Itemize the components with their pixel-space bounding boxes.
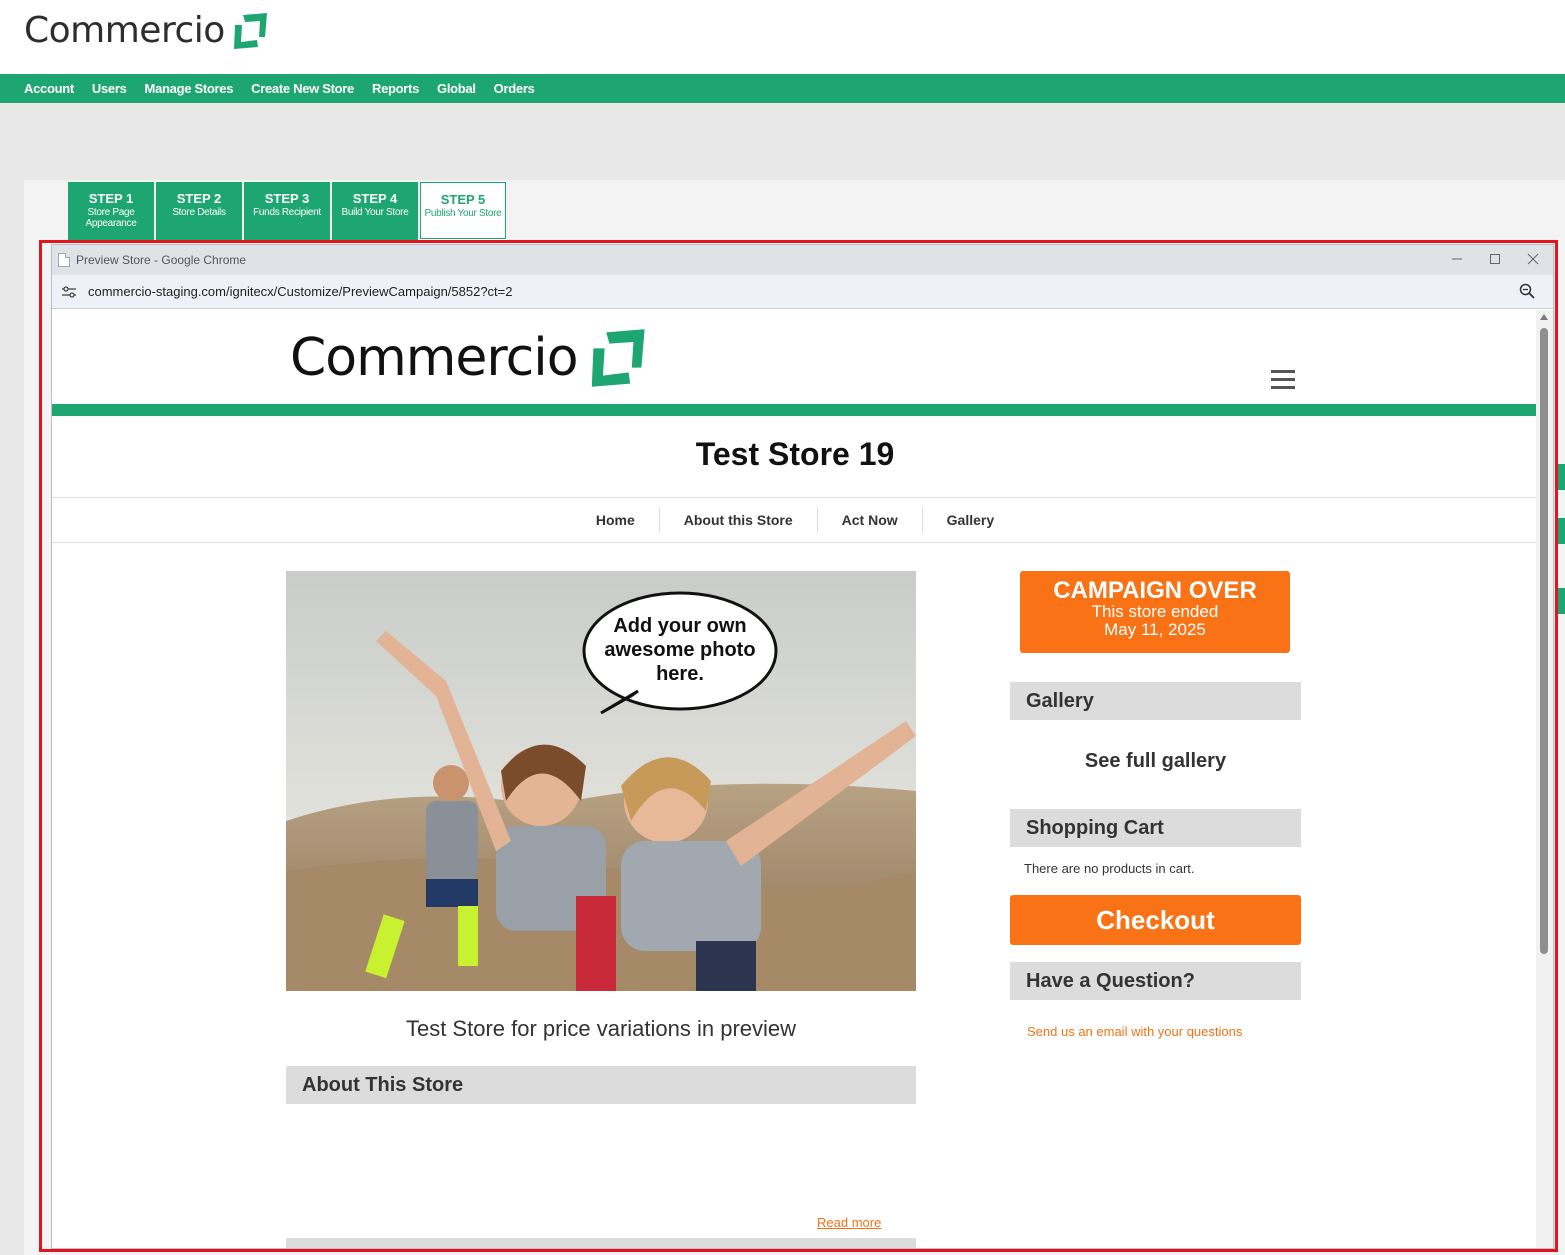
zoom-icon[interactable] [1519,283,1535,299]
store-preview-page: Commercio Test Store 19 Home About this … [52,310,1538,1248]
step-number: STEP 3 [264,191,310,206]
brand-name: Commercio [24,10,225,51]
store-nav: Home About this Store Act Now Gallery [52,497,1538,543]
shopping-cart-heading: Shopping Cart [1010,809,1301,847]
step-number: STEP 5 [440,192,486,207]
wizard-steps: STEP 1 Store Page Appearance STEP 2 Stor… [68,182,506,240]
checkout-button[interactable]: Checkout [1010,895,1301,945]
store-nav-gallery[interactable]: Gallery [923,507,1018,533]
maximize-icon[interactable] [1489,251,1501,267]
main-nav: Account Users Manage Stores Create New S… [0,74,1565,103]
step-number: STEP 4 [352,191,398,206]
nav-create-new-store[interactable]: Create New Store [251,81,354,96]
about-heading: About This Store [286,1066,916,1104]
hero-image: Add your own awesome photo here. [286,571,916,991]
url-text[interactable]: commercio-staging.com/ignitecx/Customize… [88,284,513,299]
step-label: Store Page Appearance [85,207,137,229]
step-3-tab[interactable]: STEP 3 Funds Recipient [244,182,330,240]
address-bar[interactable]: commercio-staging.com/ignitecx/Customize… [52,275,1553,309]
gallery-heading: Gallery [1010,682,1301,720]
side-tab-button[interactable] [1556,518,1565,544]
site-info-icon[interactable] [62,285,76,298]
window-controls [1451,251,1539,267]
page-icon [58,253,70,267]
scroll-up-arrow-icon[interactable] [1540,314,1548,320]
nav-users[interactable]: Users [92,81,127,96]
next-section-heading: Share Your Support [286,1238,916,1248]
minimize-icon[interactable] [1451,251,1463,267]
store-nav-act-now[interactable]: Act Now [818,507,923,533]
close-icon[interactable] [1527,251,1539,267]
campaign-title: CAMPAIGN OVER [1053,577,1257,604]
app-header: Commercio [0,0,1565,74]
store-logo[interactable]: Commercio [290,326,648,390]
store-tagline: Test Store for price variations in previ… [405,1016,797,1041]
step-label: Funds Recipient [253,207,321,218]
step-label: Store Details [172,207,226,218]
hero-bubble-line-3: here. [656,663,704,685]
side-tab-button[interactable] [1556,464,1565,490]
nav-reports[interactable]: Reports [372,81,419,96]
header-divider [52,404,1538,416]
step-2-tab[interactable]: STEP 2 Store Details [156,182,242,240]
store-brand-name: Commercio [290,328,579,388]
side-tab-button[interactable] [1556,588,1565,614]
step-4-tab[interactable]: STEP 4 Build Your Store [332,182,418,240]
step-number: STEP 1 [88,191,134,206]
email-questions-link[interactable]: Send us an email with your questions [1027,1024,1242,1039]
window-title: Preview Store - Google Chrome [76,253,247,267]
campaign-ended-text: This store ended [1091,602,1219,622]
store-brand-mark-icon [591,329,645,387]
scrollbar-thumb[interactable] [1540,328,1548,954]
nav-global[interactable]: Global [437,81,476,96]
read-more-link[interactable]: Read more [817,1215,881,1230]
brand-mark-icon [233,12,267,49]
nav-orders[interactable]: Orders [494,81,535,96]
store-nav-home[interactable]: Home [572,507,660,533]
step-number: STEP 2 [176,191,222,206]
step-1-tab[interactable]: STEP 1 Store Page Appearance [68,182,154,240]
hero-bubble-line-1: Add your own [613,615,746,637]
question-heading: Have a Question? [1010,962,1301,1000]
nav-account[interactable]: Account [24,81,74,96]
step-5-tab[interactable]: STEP 5 Publish Your Store [420,182,506,239]
preview-window: Preview Store - Google Chrome commercio-… [51,244,1554,1249]
step-label: Build Your Store [341,207,409,218]
vertical-scrollbar[interactable] [1536,310,1553,1248]
hamburger-menu-icon[interactable] [1271,370,1295,394]
step-label: Publish Your Store [424,208,502,219]
hero-bubble-line-2: awesome photo [604,639,755,661]
store-title: Test Store 19 [695,436,895,472]
cart-empty-text: There are no products in cart. [1024,861,1195,876]
campaign-end-date: May 11, 2025 [1104,620,1206,640]
store-nav-about[interactable]: About this Store [660,507,818,533]
window-titlebar: Preview Store - Google Chrome [52,245,1553,275]
campaign-over-badge: CAMPAIGN OVER This store ended May 11, 2… [1020,571,1290,653]
nav-manage-stores[interactable]: Manage Stores [145,81,234,96]
see-full-gallery-link[interactable]: See full gallery [1010,750,1301,773]
commercio-logo[interactable]: Commercio [24,10,269,51]
